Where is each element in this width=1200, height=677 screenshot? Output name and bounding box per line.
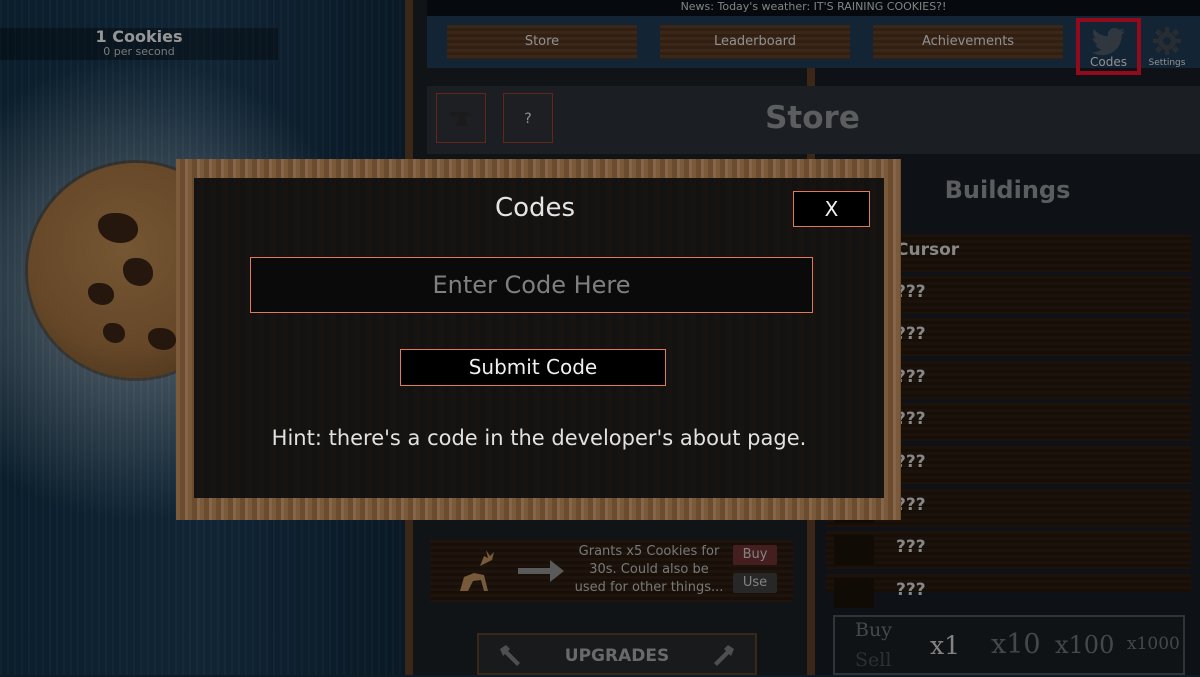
modal-title: Codes [494,193,576,223]
submit-code-button[interactable]: Submit Code [400,349,666,386]
codes-modal-content [194,178,884,498]
hint-text: Hint: there's a code in the developer's … [271,426,807,450]
close-button[interactable]: X [793,191,870,227]
code-input[interactable] [250,257,813,313]
